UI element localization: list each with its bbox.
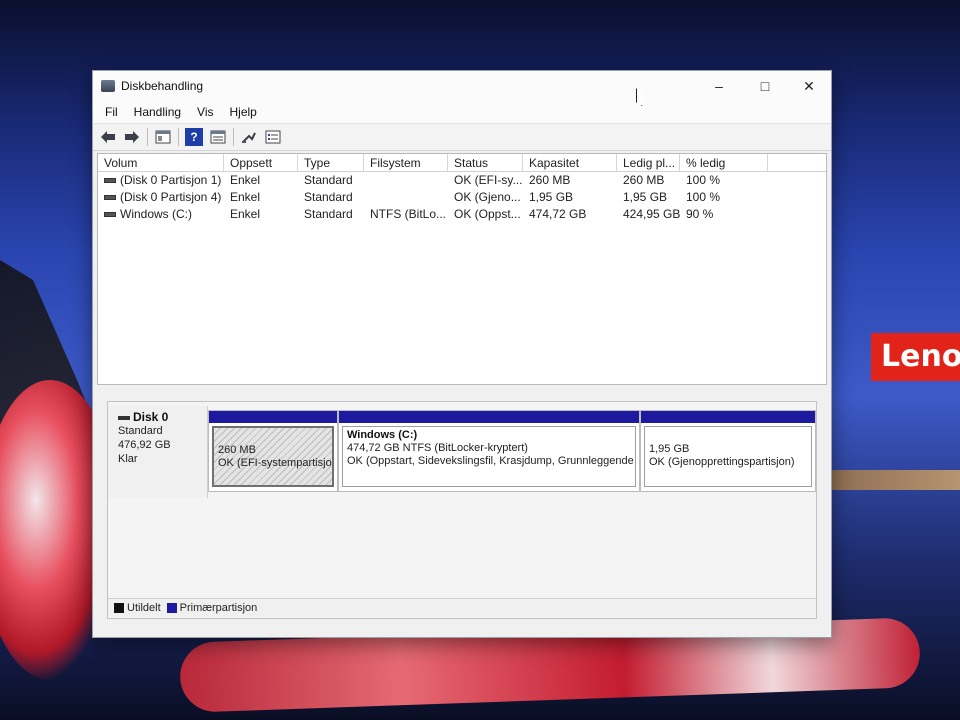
- partition-efi[interactable]: 260 MB OK (EFI-systempartisjo: [208, 410, 338, 492]
- legend-swatch-unallocated: [114, 602, 124, 613]
- volume-name: (Disk 0 Partisjon 4): [120, 190, 222, 204]
- rescan-icon[interactable]: [240, 128, 258, 146]
- free-space-cell: 260 MB: [623, 173, 665, 187]
- filesystem-cell: NTFS (BitLo...: [370, 207, 447, 221]
- partition-bar: [209, 411, 337, 423]
- window-title: Diskbehandling: [121, 79, 204, 93]
- percent-free-cell: 100 %: [686, 173, 721, 187]
- column-header-ledig-plass[interactable]: Ledig pl...: [617, 154, 680, 171]
- properties-icon[interactable]: [209, 128, 227, 146]
- toolbar: ?: [93, 123, 831, 151]
- drive-icon: [104, 212, 116, 218]
- legend-primary-partition: Primærpartisjon: [166, 601, 258, 614]
- legend-label: Utildelt: [127, 601, 161, 614]
- drive-icon: [104, 195, 116, 201]
- partition-body: 1,95 GB OK (Gjenopprettingspartisjon): [644, 426, 812, 487]
- column-header-volum[interactable]: Volum: [98, 154, 224, 171]
- capacity-cell: 1,95 GB: [529, 190, 574, 204]
- disk-map: Disk 0 Standard 476,92 GB Klar 260 MB OK…: [107, 401, 817, 619]
- lenovo-logo: Leno: [871, 333, 960, 381]
- list-view-icon[interactable]: [264, 128, 282, 146]
- column-header-filsystem[interactable]: Filsystem: [364, 154, 448, 171]
- legend: Utildelt Primærpartisjon: [108, 598, 816, 616]
- percent-free-cell: 90 %: [686, 207, 714, 221]
- wallpaper-shore: [815, 470, 960, 490]
- column-header-type[interactable]: Type: [298, 154, 364, 171]
- free-space-cell: 424,95 GB: [623, 207, 680, 221]
- partition-recovery[interactable]: 1,95 GB OK (Gjenopprettingspartisjon): [640, 410, 816, 492]
- disk-management-icon: [101, 80, 115, 92]
- partition-body-selected: 260 MB OK (EFI-systempartisjo: [212, 426, 334, 487]
- forward-arrow-icon[interactable]: [123, 128, 141, 146]
- legend-unallocated: Utildelt: [114, 602, 161, 614]
- menu-fil[interactable]: Fil: [99, 105, 124, 119]
- layout-cell: Enkel: [230, 173, 261, 187]
- free-space-cell: 1,95 GB: [623, 190, 668, 204]
- column-header-kapasitet[interactable]: Kapasitet: [523, 154, 617, 171]
- legend-swatch-primary: [166, 602, 177, 613]
- partition-bar: [339, 411, 639, 423]
- table-row[interactable]: (Disk 0 Partisjon 1) Enkel Standard OK (…: [98, 172, 826, 189]
- volume-name-cell: (Disk 0 Partisjon 1): [98, 172, 224, 189]
- partition-name: Windows (C:): [347, 429, 418, 441]
- close-button[interactable]: ✕: [787, 71, 831, 101]
- volume-name-cell: (Disk 0 Partisjon 4): [98, 189, 224, 206]
- partition-windows[interactable]: Windows (C:) 474,72 GB NTFS (BitLocker-k…: [338, 410, 640, 492]
- partition-size: 474,72 GB NTFS (BitLocker-kryptert): [347, 442, 528, 454]
- back-arrow-icon[interactable]: [99, 128, 117, 146]
- disk-size: 476,92 GB: [118, 439, 171, 451]
- legend-label: Primærpartisjon: [179, 601, 258, 614]
- toolbar-separator: [233, 128, 234, 146]
- minimize-button[interactable]: –: [697, 71, 741, 101]
- layout-cell: Enkel: [230, 207, 261, 221]
- type-cell: Standard: [304, 207, 353, 221]
- disk-icon: [118, 415, 130, 420]
- capacity-cell: 474,72 GB: [529, 207, 587, 221]
- percent-free-cell: 100 %: [686, 190, 721, 204]
- layout-cell: Enkel: [230, 190, 261, 204]
- disk-status: Klar: [118, 453, 138, 465]
- help-icon[interactable]: ?: [185, 128, 203, 146]
- filesystem-cell: [364, 172, 448, 189]
- volume-list[interactable]: Volum Oppsett Type Filsystem Status Kapa…: [97, 153, 827, 385]
- menu-bar: Fil Handling Vis Hjelp: [93, 101, 831, 123]
- type-cell: Standard: [304, 173, 353, 187]
- partition-size: 260 MB: [218, 444, 256, 456]
- toolbar-separator: [147, 128, 148, 146]
- partition-status: OK (Gjenopprettingspartisjon): [649, 456, 795, 468]
- capacity-cell: 260 MB: [529, 173, 571, 187]
- toolbar-separator: [178, 128, 179, 146]
- volume-list-header: Volum Oppsett Type Filsystem Status Kapa…: [98, 154, 826, 172]
- status-cell: OK (Gjeno...: [454, 190, 521, 204]
- disk-info-panel[interactable]: Disk 0 Standard 476,92 GB Klar: [108, 406, 208, 498]
- disk-name-line: Disk 0: [118, 410, 207, 424]
- disk-type: Standard: [118, 425, 163, 437]
- partition-status: OK (Oppstart, Sidevekslingsfil, Krasjdum…: [347, 455, 634, 467]
- partition-size: 1,95 GB: [649, 443, 690, 455]
- volume-name: (Disk 0 Partisjon 1): [120, 173, 222, 187]
- partition-bar: [641, 411, 815, 423]
- status-cell: OK (Oppst...: [454, 207, 521, 221]
- table-row[interactable]: (Disk 0 Partisjon 4) Enkel Standard OK (…: [98, 189, 826, 206]
- menu-vis[interactable]: Vis: [191, 105, 219, 119]
- partition-status: OK (EFI-systempartisjo: [218, 457, 332, 469]
- filesystem-cell: [364, 189, 448, 206]
- menu-hjelp[interactable]: Hjelp: [224, 105, 263, 119]
- drive-icon: [104, 178, 116, 184]
- maximize-button[interactable]: □: [743, 71, 787, 101]
- column-header-status[interactable]: Status: [448, 154, 523, 171]
- menu-handling[interactable]: Handling: [128, 105, 187, 119]
- volume-name: Windows (C:): [120, 207, 193, 221]
- status-cell: OK (EFI-sy...: [454, 173, 523, 187]
- table-row[interactable]: Windows (C:) Enkel Standard NTFS (BitLo.…: [98, 206, 826, 223]
- disk-name: Disk 0: [133, 410, 169, 424]
- volume-name-cell: Windows (C:): [98, 206, 224, 223]
- type-cell: Standard: [304, 190, 353, 204]
- title-bar[interactable]: Diskbehandling – □ ✕: [93, 71, 831, 101]
- partition-body: Windows (C:) 474,72 GB NTFS (BitLocker-k…: [342, 426, 636, 487]
- column-header-prosent-ledig[interactable]: % ledig: [680, 154, 768, 171]
- console-tree-icon[interactable]: [154, 128, 172, 146]
- column-header-oppsett[interactable]: Oppsett: [224, 154, 298, 171]
- disk-management-window: Diskbehandling – □ ✕ Fil Handling Vis Hj…: [92, 70, 832, 638]
